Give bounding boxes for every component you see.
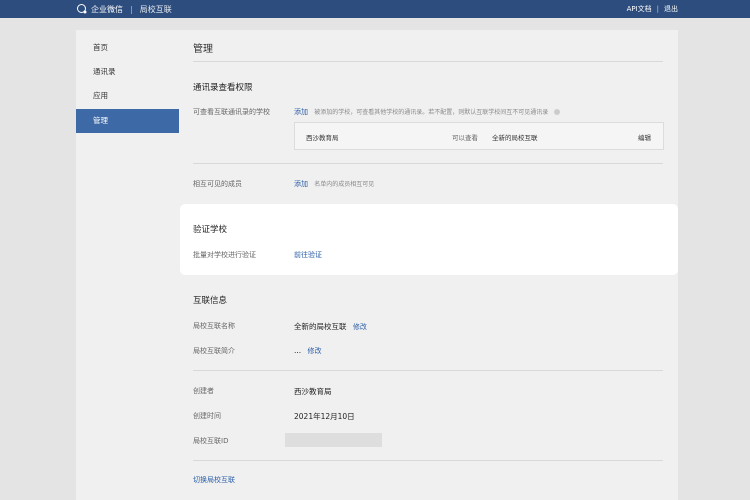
verify-title: 验证学校	[193, 225, 228, 235]
school-name: 西沙教育局	[306, 134, 339, 142]
contacts-perm-title: 通讯录查看权限	[193, 83, 253, 93]
visible-schools-row: 添加 被添加的学校，可查看其他学校的通讯录。若不配置，则默认互联学校间互不可见通…	[294, 107, 561, 117]
visible-schools-hint: 被添加的学校，可查看其他学校的通讯录。若不配置，则默认互联学校间互不可见通讯录	[314, 109, 549, 116]
brand-sub: 局校互联	[139, 4, 172, 14]
visible-schools-label: 可查看互联通讯录的学校	[193, 108, 270, 116]
edit-link[interactable]: 编辑	[638, 132, 651, 142]
sidebar: 首页 通讯录 应用 管理	[76, 30, 179, 500]
created-time-value: 2021年12月10日	[294, 412, 355, 421]
add-school-link[interactable]: 添加	[294, 108, 308, 116]
sidebar-item-apps[interactable]: 应用	[76, 84, 179, 108]
school-row: 西沙教育局 可以查看 全新的局校互联 编辑	[294, 122, 664, 150]
sidebar-item-home[interactable]: 首页	[76, 36, 179, 60]
info-icon[interactable]	[554, 109, 561, 115]
brand-separator: |	[130, 4, 133, 14]
intro-label: 局校互联简介	[193, 347, 235, 355]
divider	[193, 163, 663, 164]
target-name: 全新的局校互联	[492, 134, 538, 142]
name-row: 全新的局校互联 修改	[294, 321, 367, 332]
id-label: 局校互联ID	[193, 437, 229, 445]
mutual-members-hint: 名单内的成员相互可见	[314, 181, 375, 188]
name-value: 全新的局校互联	[294, 322, 347, 331]
creator-value: 西沙教育局	[294, 387, 332, 396]
divider	[193, 61, 663, 62]
intro-row: ... 修改	[294, 346, 322, 356]
add-members-link[interactable]: 添加	[294, 180, 308, 188]
logout-link[interactable]: 退出	[664, 4, 678, 14]
switch-link[interactable]: 切换局校互联	[193, 475, 235, 485]
divider	[193, 460, 663, 461]
info-title: 互联信息	[193, 296, 228, 306]
mutual-members-label: 相互可见的成员	[193, 180, 242, 188]
verify-label: 批量对学校进行验证	[193, 251, 256, 259]
top-right-links: API文档 | 退出	[627, 4, 678, 14]
brand-name: 企业微信	[91, 4, 123, 14]
top-bar: 企业微信 | 局校互联 API文档 | 退出	[0, 0, 750, 18]
created-time-label: 创建时间	[193, 412, 221, 420]
can-view-label: 可以查看	[452, 134, 478, 142]
sidebar-item-contacts[interactable]: 通讯录	[76, 60, 179, 84]
top-link-separator: |	[656, 5, 659, 13]
mutual-members-row: 添加 名单内的成员相互可见	[294, 179, 374, 189]
brand[interactable]: 企业微信 | 局校互联	[76, 3, 172, 15]
intro-edit-link[interactable]: 修改	[308, 347, 322, 355]
name-label: 局校互联名称	[193, 322, 235, 330]
intro-value: ...	[294, 346, 302, 355]
go-verify-link[interactable]: 前往验证	[294, 250, 322, 260]
interconnect-id-field	[285, 433, 382, 447]
name-edit-link[interactable]: 修改	[353, 323, 367, 331]
wecom-logo-icon	[77, 4, 87, 14]
api-doc-link[interactable]: API文档	[627, 4, 652, 14]
page-title: 管理	[193, 44, 213, 55]
divider	[193, 370, 663, 371]
creator-label: 创建者	[193, 387, 214, 395]
verify-school-section: 验证学校 批量对学校进行验证 前往验证	[180, 204, 678, 275]
sidebar-item-manage[interactable]: 管理	[76, 109, 179, 133]
